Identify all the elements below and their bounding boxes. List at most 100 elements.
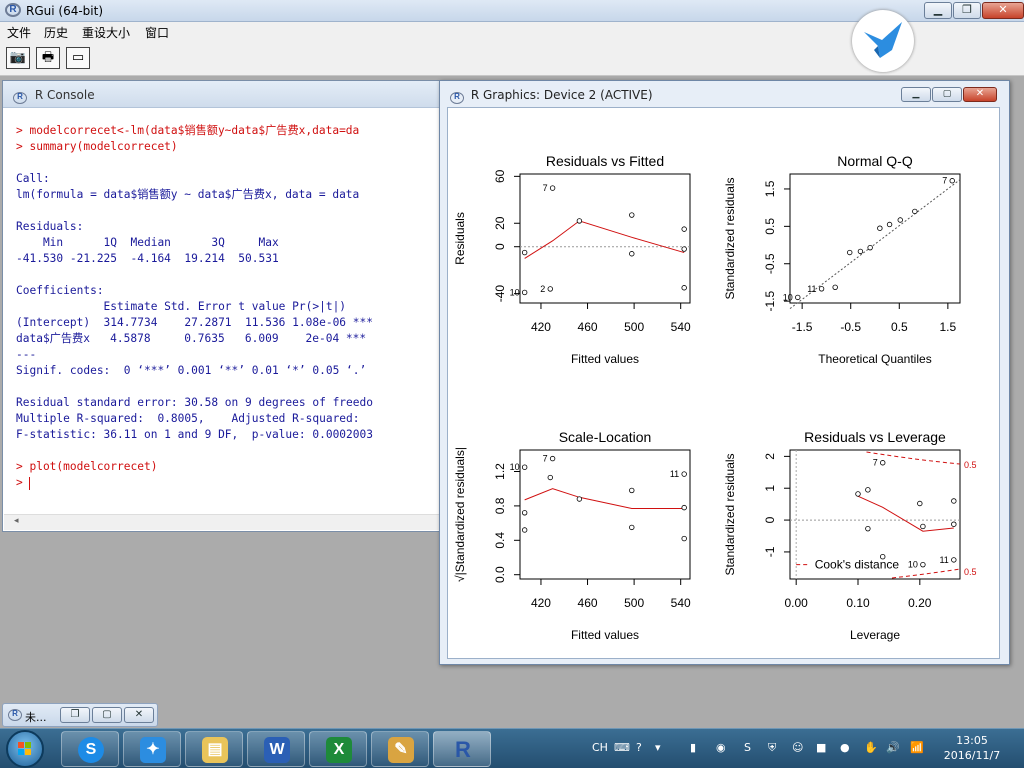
taskbar-sogou[interactable]: S [61,731,119,767]
record-icon[interactable]: ● [840,741,850,754]
folder-icon: ▤ [202,737,228,763]
y-tick-label: 2 [763,453,777,460]
graphics-close-button[interactable]: ✕ [963,87,997,102]
y-tick-label: 1.5 [763,180,777,197]
battery-icon[interactable]: ▮ [690,741,696,754]
y-tick-label: 1 [763,485,777,492]
x-axis-label: Fitted values [571,628,639,642]
console-line: F-statistic: 36.11 on 1 and 9 DF, p-valu… [16,428,373,441]
sogou-icon: S [78,737,104,763]
y-tick-label: -1.5 [763,290,777,311]
bird-app-icon: ✦ [140,737,166,763]
app-tray-icon[interactable]: ■ [816,741,826,754]
network-app-icon[interactable]: ◉ [716,741,726,754]
x-tick-label: 0.10 [846,596,870,610]
console-output[interactable]: > modelcorrecet<-lm(data$销售额y~data$广告费x,… [16,123,446,548]
start-button[interactable] [6,730,44,768]
x-tick-label: 420 [531,320,551,334]
x-tick-label: 540 [671,320,691,334]
data-point [920,523,926,530]
taskbar-bird-app[interactable]: ✦ [123,731,181,767]
cooks-distance-curve [891,568,961,579]
plot-frame [519,173,691,304]
taskbar: S ✦ ▤ W X ✎ R CH ⌨ ? ▾ ▮ ◉ S ⛨ ☺ ■ ● ✋ 🔊… [0,728,1024,768]
cook-level-label: 0.5 [964,567,977,577]
y-tick-label: 0.4 [493,532,507,549]
r-graphics-window[interactable]: R R Graphics: Device 2 (ACTIVE) ▁ ▢ ✕ Re… [439,80,1010,665]
smooth-line [524,488,685,509]
restore-button[interactable]: ❐ [60,707,90,723]
menu-window[interactable]: 窗口 [145,24,169,41]
taskbar-r[interactable]: R [433,731,491,767]
close-button[interactable]: ✕ [124,707,154,723]
volume-icon[interactable]: 🔊 [886,741,900,754]
r-console-window[interactable]: R R Console > modelcorrecet<-lm(data$销售额… [2,80,447,532]
clock[interactable]: 13:05 2016/11/7 [940,733,1004,763]
minimized-window[interactable]: R 未... ❐ ▢ ✕ [2,703,158,727]
taskbar-paint[interactable]: ✎ [371,731,429,767]
data-point [867,244,873,251]
console-line: --- [16,348,37,361]
point-label: 7 [873,458,878,468]
console-line: Min 1Q Median 3Q Max [16,236,279,249]
paint-icon: ✎ [388,737,414,763]
close-button[interactable]: ✕ [982,2,1024,19]
point-label: 11 [939,555,948,565]
console-icon[interactable]: ▭ [66,47,90,69]
point-label: 7 [942,176,947,186]
minimize-button[interactable]: ▁ [924,2,952,19]
x-tick-label: 460 [578,320,598,334]
lang-indicator[interactable]: CH [592,741,608,754]
graphics-minimize-button[interactable]: ▁ [901,87,931,102]
data-point [920,561,926,568]
point-label: 10 [510,462,520,472]
cook-level-label: 0.5 [964,460,977,470]
menu-resize[interactable]: 重设大小 [82,24,130,41]
data-point [865,525,871,532]
print-icon[interactable]: 🖶 [36,47,60,69]
smiley-icon[interactable]: ☺ [792,741,803,754]
menu-file[interactable]: 文件 [7,24,31,41]
camera-icon[interactable]: 📷 [6,47,30,69]
horizontal-scrollbar[interactable]: ◂ [4,514,445,530]
minimized-title: 未... [25,711,47,724]
y-tick-label: 20 [493,216,507,230]
taskbar-explorer[interactable]: ▤ [185,731,243,767]
scroll-left-icon[interactable]: ◂ [14,516,19,526]
console-line: (Intercept) 314.7734 27.2871 11.536 1.08… [16,316,373,329]
menu-history[interactable]: 历史 [44,24,68,41]
r-logo-icon: R [5,3,21,17]
data-point [912,208,918,215]
signal-icon[interactable]: 📶 [910,741,924,754]
taskbar-excel[interactable]: X [309,731,367,767]
maximize-button[interactable]: ▢ [92,707,122,723]
taskbar-word[interactable]: W [247,731,305,767]
text-cursor [29,476,31,490]
shield-icon[interactable]: ⛨ [768,741,776,755]
console-line: > [16,476,31,490]
y-tick-label: 0.0 [493,566,507,583]
x-tick-label: -1.5 [792,320,813,334]
x-tick-label: 0.00 [785,596,809,610]
r-logo-icon: R [8,709,22,721]
console-line: Residuals: [16,220,84,233]
plot-title: Residuals vs Fitted [546,153,664,169]
tray-expand-icon[interactable]: ▾ [655,741,661,754]
hand-icon[interactable]: ✋ [864,741,878,754]
y-tick-label: 0.8 [493,497,507,514]
data-point [681,504,687,511]
sogou-tray-icon[interactable]: S [744,741,751,754]
graphics-maximize-button[interactable]: ▢ [932,87,962,102]
data-point [629,487,635,494]
keyboard-icon[interactable]: ⌨ [614,741,630,754]
data-point [629,212,635,218]
data-point [629,524,635,531]
x-tick-label: 500 [624,596,644,610]
data-point [857,248,864,255]
maximize-button[interactable]: ❐ [953,2,981,19]
point-label: 10 [783,292,793,302]
x-tick-label: 420 [531,596,551,610]
help-icon[interactable]: ? [636,741,642,754]
